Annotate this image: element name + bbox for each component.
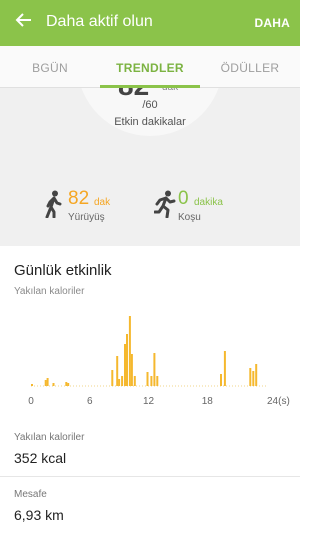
x-tick-label: 18 xyxy=(202,396,214,407)
chart-bar xyxy=(128,316,131,386)
arrow-left-icon[interactable] xyxy=(12,10,36,36)
section-title: Günlük etkinlik xyxy=(14,262,112,279)
running-stat: 0 dakika Koşu xyxy=(154,188,264,228)
chart-bar xyxy=(65,382,68,386)
tab-bar: BGÜN TRENDLER ÖDÜLLER xyxy=(0,46,300,88)
chart-bar xyxy=(130,354,133,386)
progress-circle xyxy=(77,88,223,136)
calories-chart: 0 6 12 18 24(s) xyxy=(28,316,290,407)
page-title: Daha aktif olun xyxy=(46,13,153,30)
tab-trends[interactable]: TRENDLER xyxy=(100,46,200,88)
chart-bar xyxy=(116,356,119,386)
chart-bar xyxy=(67,383,70,386)
walking-minutes-unit: dak xyxy=(94,197,111,208)
running-minutes-unit: dakika xyxy=(194,197,223,208)
walking-stat: 82 dak Yürüyüş xyxy=(44,188,144,228)
calories-value: 352 kcal xyxy=(14,450,67,466)
running-label: Koşu xyxy=(178,212,201,223)
distance-label: Mesafe xyxy=(14,489,47,500)
x-tick-label: 24(s) xyxy=(267,396,290,407)
active-minutes-unit: dak xyxy=(162,88,178,93)
chart-bar xyxy=(153,353,156,386)
goal-label: Etkin dakikalar xyxy=(114,116,186,128)
more-button[interactable]: DAHA xyxy=(255,16,290,30)
tab-rewards[interactable]: ÖDÜLLER xyxy=(200,46,300,88)
chart-bar xyxy=(156,376,159,386)
chart-bar xyxy=(124,344,126,386)
walking-minutes-value: 82 xyxy=(68,188,90,209)
x-tick-label: 12 xyxy=(143,396,155,407)
chart-bar xyxy=(46,378,49,386)
chart-bar xyxy=(111,370,114,386)
walking-icon xyxy=(45,190,62,218)
chart-bar xyxy=(255,364,258,386)
chart-bar xyxy=(146,372,149,386)
activity-summary: 82 dak /60 Etkin dakikalar 82 dak Yürüyü… xyxy=(0,88,300,246)
tab-today[interactable]: BGÜN xyxy=(0,46,100,88)
chart-bar xyxy=(133,376,136,386)
app-bar: Daha aktif olun DAHA xyxy=(0,0,300,46)
calories-label: Yakılan kaloriler xyxy=(14,432,85,443)
chart-bar xyxy=(252,371,255,386)
chart-bar xyxy=(44,380,47,386)
chart-bar xyxy=(220,374,222,386)
daily-activity-card: Günlük etkinlik Yakılan kaloriler 0 6 12 18… xyxy=(0,246,300,535)
chart-bar xyxy=(118,379,121,386)
chart-bar xyxy=(31,384,33,386)
chart-bar xyxy=(126,334,128,386)
distance-value: 6,93 km xyxy=(14,507,64,523)
chart-bar xyxy=(249,368,252,386)
chart-bar xyxy=(223,351,226,386)
running-icon xyxy=(154,190,176,218)
walking-label: Yürüyüş xyxy=(68,212,105,223)
chart-bar xyxy=(52,383,55,386)
running-minutes-value: 0 xyxy=(178,188,189,209)
x-tick-label: 0 xyxy=(28,396,34,407)
chart-subtitle: Yakılan kaloriler xyxy=(14,286,85,297)
chart-bar xyxy=(121,376,124,386)
divider xyxy=(0,476,300,477)
goal-value: /60 xyxy=(142,99,158,111)
x-tick-label: 6 xyxy=(87,396,93,407)
chart-bar xyxy=(150,376,153,386)
